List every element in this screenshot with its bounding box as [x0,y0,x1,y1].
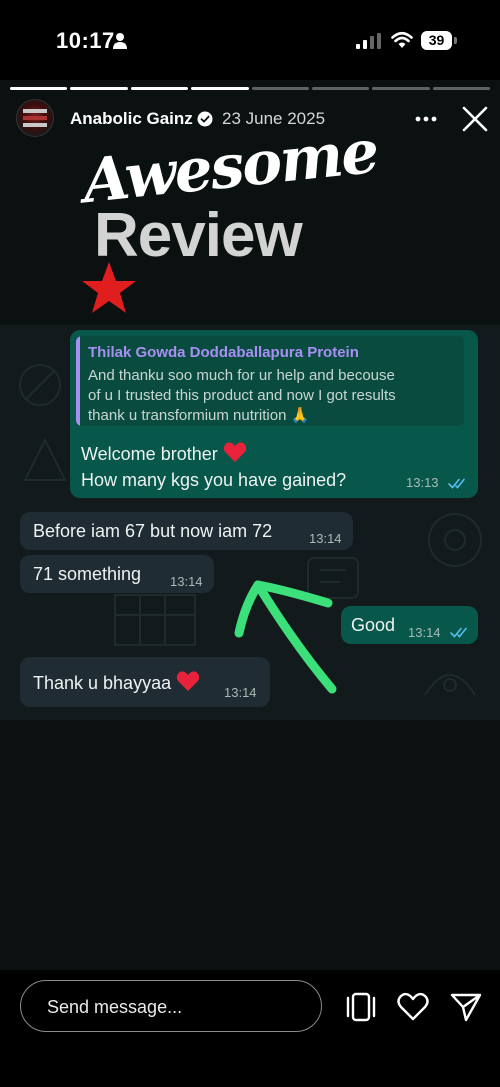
heart-icon [223,442,246,462]
story-progress [10,87,490,90]
progress-segment [311,87,370,90]
progress-segment [251,87,309,90]
reply-timestamp: 13:13 [406,475,439,490]
status-bar: 10:17 39 [0,0,500,80]
quoted-text: And thanku soo much for ur help and beco… [88,366,458,426]
star-icon [82,262,136,313]
read-receipt-icon [448,478,465,489]
message-text: Good [351,615,396,635]
signal-icon [356,33,381,49]
message-text-row: Thank u bhayyaa [33,670,200,694]
message-text: 71 something [33,564,142,584]
status-time: 10:17 [56,28,115,53]
verified-badge-icon [197,111,213,127]
share-story-icon[interactable] [345,992,377,1022]
read-receipt-icon [450,627,467,638]
message-timestamp: 13:14 [309,531,342,546]
progress-segment [70,87,128,90]
incoming-message[interactable]: 71 something 13:14 [20,555,214,593]
person-icon [113,33,127,49]
quoted-sender: Thilak Gowda Doddaballapura Protein [88,344,359,361]
progress-segment [130,87,189,90]
quoted-message[interactable]: Thilak Gowda Doddaballapura Protein And … [76,336,464,426]
green-arrow-annotation [234,580,337,694]
avatar[interactable] [16,99,54,137]
progress-segment [372,87,430,90]
send-icon[interactable] [450,992,482,1022]
reply-line-2: How many kgs you have gained? [81,470,347,490]
send-message-input[interactable]: Send message... [20,980,322,1032]
progress-segment [191,87,249,90]
message-timestamp: 13:14 [170,574,203,589]
story-viewer[interactable]: Anabolic Gainz 23 June 2025 Awesome Revi… [0,80,500,970]
like-heart-icon[interactable] [397,992,429,1022]
outgoing-message[interactable]: Good 13:14 [341,606,478,644]
quoted-line-3: thank u transformium nutrition 🙏 [88,407,310,424]
reply-line-1-text: Welcome brother [81,444,218,464]
quoted-line-1: And thanku soo much for ur help and beco… [88,367,395,384]
username[interactable]: Anabolic Gainz [70,109,193,129]
outgoing-message-reply[interactable]: Thilak Gowda Doddaballapura Protein And … [70,330,478,498]
progress-segment [432,87,490,90]
quoted-line-2: of u I trusted this product and now I go… [88,387,396,404]
battery-indicator: 39 [421,31,452,50]
wifi-icon [391,31,413,48]
message-timestamp: 13:14 [408,625,441,640]
close-icon[interactable] [461,105,489,133]
quote-accent-bar [76,336,80,426]
message-text: Before iam 67 but now iam 72 [33,521,273,541]
heart-icon [176,671,200,691]
battery-tip [454,37,457,44]
reply-line-1: Welcome brother [81,441,247,465]
send-message-placeholder: Send message... [47,997,183,1017]
message-text: Thank u bhayyaa [33,673,172,693]
progress-segment [10,87,68,90]
reply-bar: Send message... [0,970,500,1087]
incoming-message[interactable]: Before iam 67 but now iam 72 13:14 [20,512,353,550]
more-options-icon[interactable] [412,110,440,128]
